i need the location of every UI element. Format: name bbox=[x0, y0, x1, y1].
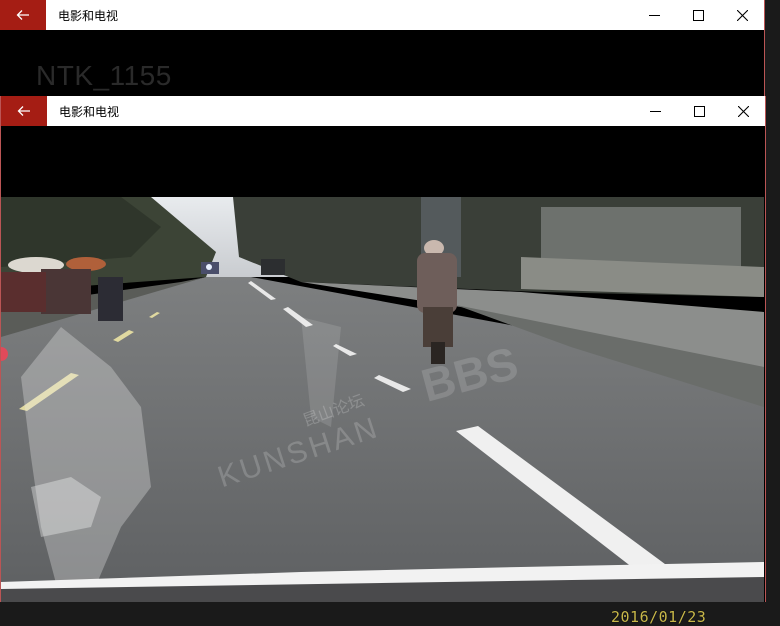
video-player[interactable]: BBS 昆山论坛 KUNSHAN 2016/01/23 bbox=[1, 126, 764, 626]
maximize-button[interactable] bbox=[677, 96, 721, 126]
back-arrow-icon bbox=[17, 106, 30, 116]
minimize-icon bbox=[649, 110, 661, 112]
back-arrow-icon bbox=[16, 10, 29, 20]
close-button[interactable] bbox=[720, 0, 764, 30]
dashcam-scene bbox=[1, 197, 764, 602]
window-title: 电影和电视 bbox=[58, 8, 119, 23]
minimize-button[interactable] bbox=[633, 96, 677, 126]
minimize-icon bbox=[648, 14, 660, 16]
close-icon bbox=[737, 105, 749, 117]
minimize-button[interactable] bbox=[632, 0, 676, 30]
motorcyclist bbox=[417, 240, 457, 364]
back-button[interactable] bbox=[0, 0, 46, 30]
maximize-icon bbox=[693, 105, 705, 117]
back-button[interactable] bbox=[1, 96, 47, 126]
maximize-button[interactable] bbox=[676, 0, 720, 30]
close-icon bbox=[736, 9, 748, 21]
close-button[interactable] bbox=[721, 96, 765, 126]
title-bar[interactable]: 电影和电视 bbox=[1, 96, 765, 126]
maximize-icon bbox=[692, 9, 704, 21]
title-bar[interactable]: 电影和电视 bbox=[0, 0, 764, 30]
app-window-foreground: 电影和电视 BBS 昆山论坛 KUNSHAN 2016/01/23 bbox=[0, 96, 766, 626]
video-timestamp: 2016/01/23 bbox=[611, 608, 707, 626]
video-frame[interactable]: BBS 昆山论坛 KUNSHAN bbox=[1, 197, 764, 602]
window-title: 电影和电视 bbox=[59, 104, 120, 119]
media-title: NTK_1155 bbox=[36, 60, 172, 91]
